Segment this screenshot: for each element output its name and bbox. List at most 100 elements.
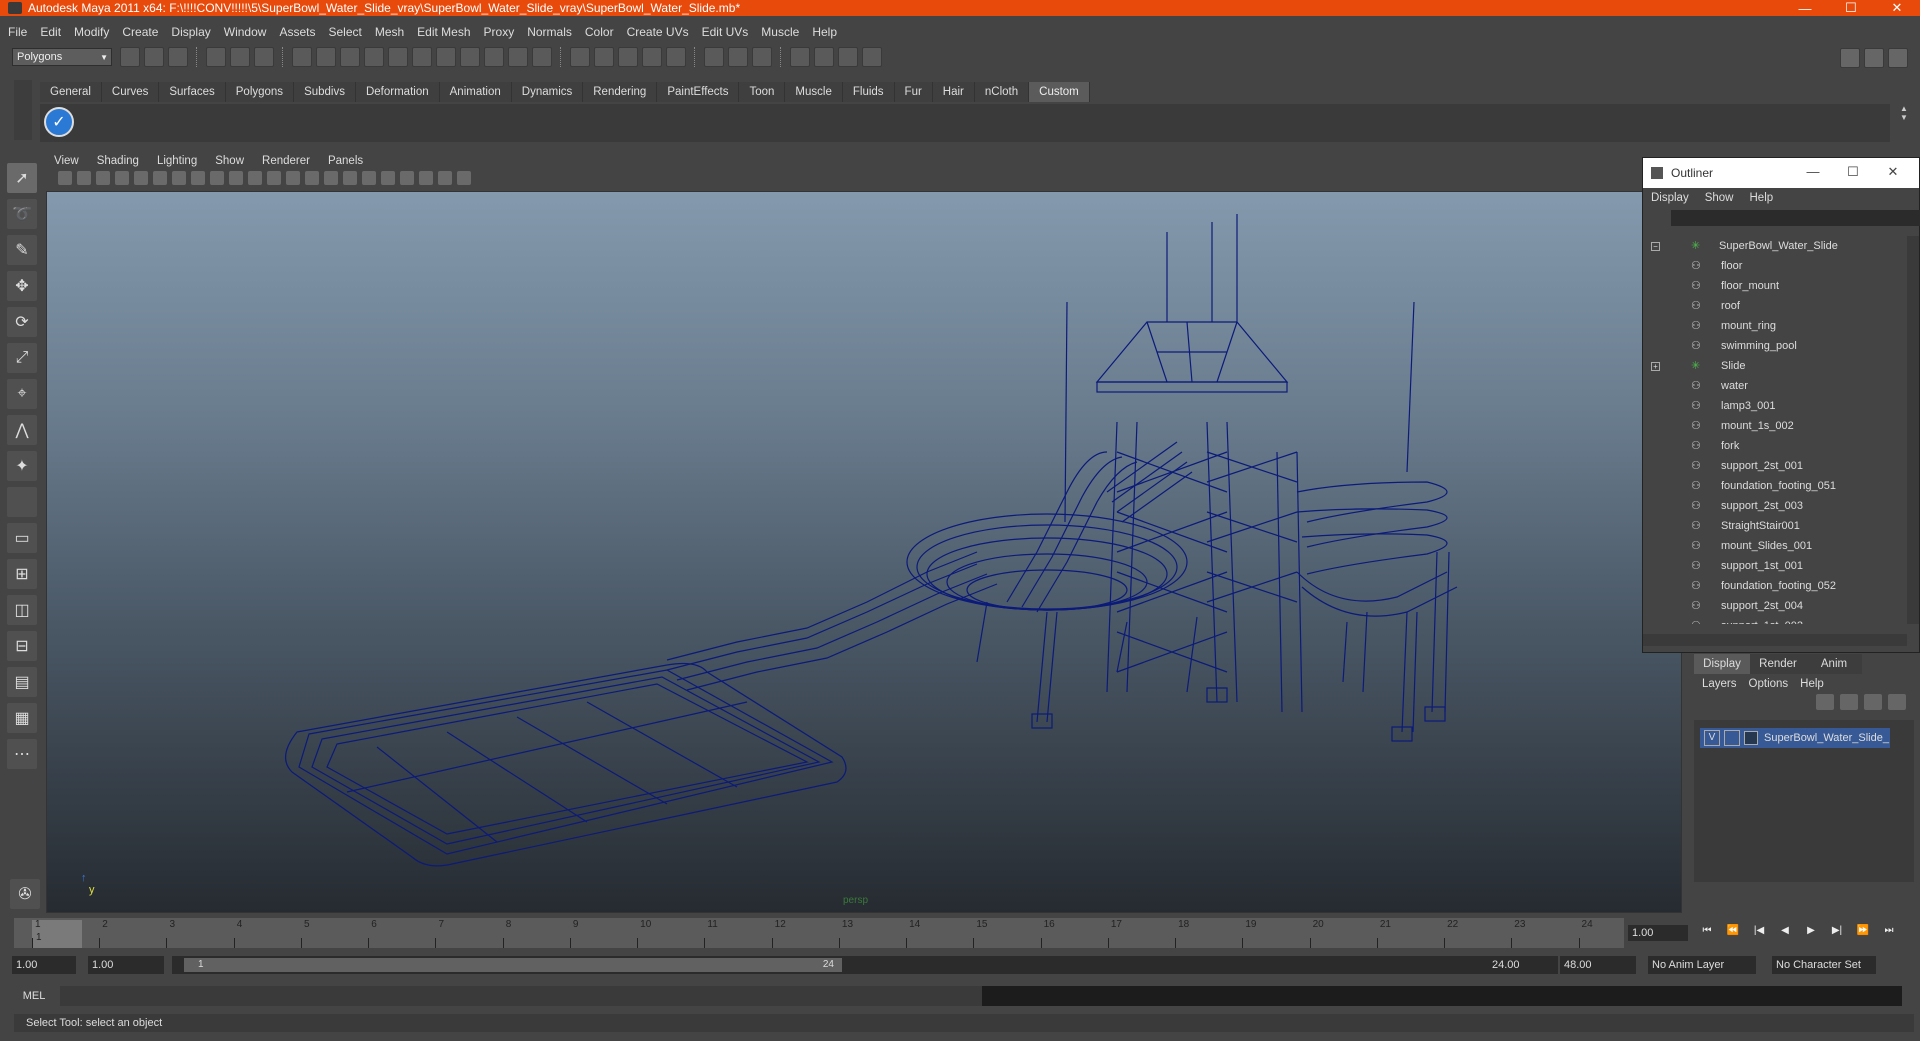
time-slider[interactable]: 1 2 3 4 5 6 7 8 9 10 11 12 13 14 15 16 17 18 19 20 21 22 23 24 1	[14, 918, 1624, 948]
menu-assets[interactable]: Assets	[279, 25, 315, 39]
bookmark-icon[interactable]	[96, 171, 110, 185]
character-set-dropdown[interactable]: No Character Set	[1772, 956, 1876, 974]
outliner-vertical-scrollbar[interactable]	[1907, 236, 1919, 624]
layer-tab-display[interactable]: Display	[1694, 654, 1750, 674]
move-layer-down-icon[interactable]	[1840, 694, 1858, 710]
outliner-item[interactable]: ⚇ support_1st_001	[1643, 556, 1905, 576]
playback-start-field[interactable]: 1.00	[88, 956, 164, 974]
shelf-tab-general[interactable]: General	[40, 82, 102, 102]
menu-edit[interactable]: Edit	[40, 25, 61, 39]
outliner-item[interactable]: ⚇ roof	[1643, 296, 1905, 316]
outliner-menu-help[interactable]: Help	[1750, 192, 1774, 204]
open-scene-icon[interactable]	[144, 47, 164, 67]
shelf-scroll[interactable]: ▲ ▼	[1898, 104, 1910, 142]
help-question-icon[interactable]	[484, 47, 504, 67]
wireframe-on-shaded-icon[interactable]	[305, 171, 319, 185]
film-gate-icon[interactable]	[153, 171, 167, 185]
layer-row[interactable]: V SuperBowl_Water_Slide_	[1700, 728, 1890, 748]
make-live-icon[interactable]	[666, 47, 686, 67]
step-back-key-icon[interactable]: ⏪	[1722, 925, 1744, 941]
paint-select-tool-icon[interactable]: ✎	[7, 235, 37, 265]
outliner-maximize-button[interactable]: ☐	[1833, 164, 1873, 180]
viewport-menu-panels[interactable]: Panels	[328, 155, 363, 167]
outliner-item[interactable]: ⚇ support_1st_002	[1643, 616, 1905, 624]
grid-toggle-icon[interactable]	[134, 171, 148, 185]
shelf-tab-muscle[interactable]: Muscle	[785, 82, 843, 102]
step-back-frame-icon[interactable]: |◀	[1748, 925, 1770, 941]
menu-mesh[interactable]: Mesh	[375, 25, 404, 39]
select-deformations-icon[interactable]	[412, 47, 432, 67]
viewport-menu-lighting[interactable]: Lighting	[157, 155, 197, 167]
shelf-tab-painteffects[interactable]: PaintEffects	[657, 82, 740, 102]
range-slider[interactable]: 1 24	[172, 956, 1497, 974]
outliner-minimize-button[interactable]: —	[1793, 164, 1833, 180]
playback-end-field[interactable]: 24.00	[1488, 956, 1558, 974]
select-handles-icon[interactable]	[316, 47, 336, 67]
smooth-shade-icon[interactable]	[286, 171, 300, 185]
history-toggle-icon[interactable]	[752, 47, 772, 67]
menu-help[interactable]: Help	[812, 25, 837, 39]
menu-color[interactable]: Color	[585, 25, 614, 39]
select-object-icon[interactable]	[230, 47, 250, 67]
viewport-menu-show[interactable]: Show	[215, 155, 244, 167]
save-scene-icon[interactable]	[168, 47, 188, 67]
shelf-tab-toon[interactable]: Toon	[739, 82, 786, 102]
shelf-tab-animation[interactable]: Animation	[439, 82, 512, 102]
all-lights-icon[interactable]	[362, 171, 376, 185]
menu-muscle[interactable]: Muscle	[761, 25, 799, 39]
layer-tab-anim[interactable]: Anim	[1806, 654, 1862, 674]
outliner-item[interactable]: + ✳ Slide	[1643, 356, 1905, 376]
go-to-end-icon[interactable]: ⏭	[1878, 925, 1900, 941]
shelf-tab-deformation[interactable]: Deformation	[355, 82, 440, 102]
animation-start-field[interactable]: 1.00	[12, 956, 76, 974]
new-layer-selected-icon[interactable]	[1888, 694, 1906, 710]
snap-point-icon[interactable]	[618, 47, 638, 67]
menu-edit-uvs[interactable]: Edit UVs	[702, 25, 749, 39]
select-camera-icon[interactable]	[58, 171, 72, 185]
menu-window[interactable]: Window	[224, 25, 267, 39]
select-tool-icon[interactable]: ➚	[7, 163, 37, 193]
menu-edit-mesh[interactable]: Edit Mesh	[417, 25, 470, 39]
outliner-item[interactable]: ⚇ foundation_footing_051	[1643, 476, 1905, 496]
menu-modify[interactable]: Modify	[74, 25, 109, 39]
layer-menu-help[interactable]: Help	[1800, 678, 1824, 690]
outliner-item[interactable]: ⚇ floor	[1643, 256, 1905, 276]
outliner-item[interactable]: ⚇ mount_ring	[1643, 316, 1905, 336]
outliner-item[interactable]: − ✳ SuperBowl_Water_Slide	[1643, 236, 1905, 256]
safe-title-icon[interactable]	[248, 171, 262, 185]
shelf-tab-surfaces[interactable]: Surfaces	[159, 82, 226, 102]
gate-mask-icon[interactable]	[191, 171, 205, 185]
minimize-button[interactable]: —	[1782, 0, 1828, 16]
move-layer-up-icon[interactable]	[1816, 694, 1834, 710]
outliner-menu-display[interactable]: Display	[1651, 192, 1689, 204]
maximize-button[interactable]: ☐	[1828, 0, 1874, 16]
highlight-selection-icon[interactable]	[532, 47, 552, 67]
layer-visibility-toggle[interactable]: V	[1704, 730, 1720, 746]
layout-menu-icon[interactable]: ⋯	[7, 739, 37, 769]
single-perspective-layout-icon[interactable]: ▭	[7, 523, 37, 553]
tool-settings-toggle-icon[interactable]	[1864, 48, 1884, 68]
persp-graph-hypershade-icon[interactable]: ▦	[7, 703, 37, 733]
channel-box-toggle-icon[interactable]	[1888, 48, 1908, 68]
attribute-editor-toggle-icon[interactable]	[1840, 48, 1860, 68]
outliner-horizontal-scrollbar[interactable]	[1643, 634, 1907, 646]
render-view-icon[interactable]	[790, 47, 810, 67]
outliner-item[interactable]: ⚇ fork	[1643, 436, 1905, 456]
xray-joints-icon[interactable]	[438, 171, 452, 185]
rotate-tool-icon[interactable]: ⟳	[7, 307, 37, 337]
shelf-tab-dynamics[interactable]: Dynamics	[511, 82, 584, 102]
outliner-item[interactable]: ⚇ support_2st_001	[1643, 456, 1905, 476]
viewport-menu-view[interactable]: View	[54, 155, 79, 167]
step-forward-key-icon[interactable]: ⏩	[1852, 925, 1874, 941]
menu-create[interactable]: Create	[122, 25, 158, 39]
script-editor-icon[interactable]: ✇	[10, 879, 40, 909]
image-plane-icon[interactable]	[115, 171, 129, 185]
shelf-tab-rendering[interactable]: Rendering	[583, 82, 658, 102]
render-frame-icon[interactable]	[814, 47, 834, 67]
outliner-item[interactable]: ⚇ foundation_footing_052	[1643, 576, 1905, 596]
select-dynamics-icon[interactable]	[436, 47, 456, 67]
layer-menu-options[interactable]: Options	[1749, 678, 1789, 690]
isolate-select-icon[interactable]	[400, 171, 414, 185]
menu-display[interactable]: Display	[171, 25, 210, 39]
menu-file[interactable]: File	[8, 25, 27, 39]
